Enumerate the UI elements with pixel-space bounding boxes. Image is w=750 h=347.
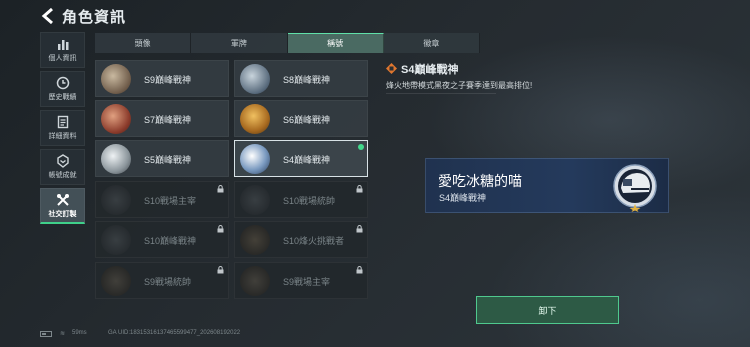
emblem-icon bbox=[240, 104, 270, 134]
emblem-icon bbox=[240, 225, 270, 255]
sidebar-item-details[interactable]: 詳細資料 bbox=[40, 110, 85, 146]
tab-bar: 頭像 軍牌 稱號 徽章 bbox=[95, 33, 480, 53]
title-item-selected[interactable]: S4巔峰戰神 bbox=[234, 140, 368, 177]
title-item[interactable]: S9巔峰戰神 bbox=[95, 60, 229, 97]
medal-icon bbox=[56, 154, 69, 168]
bar-chart-icon bbox=[57, 40, 68, 50]
title-name: S9巔峰戰神 bbox=[144, 75, 192, 85]
equipped-indicator bbox=[358, 144, 364, 150]
tab-title[interactable]: 稱號 bbox=[287, 33, 384, 53]
title-name: S10戰場統帥 bbox=[283, 196, 336, 206]
tab-dogtag[interactable]: 軍牌 bbox=[191, 33, 288, 53]
lock-icon bbox=[356, 266, 363, 274]
helmet-emblem-icon bbox=[613, 164, 657, 212]
lock-icon bbox=[356, 225, 363, 233]
nameplate-preview: 愛吃冰糖的喵 S4巔峰戰神 bbox=[425, 158, 669, 213]
title-name: S9戰場主宰 bbox=[283, 277, 331, 287]
lock-icon bbox=[356, 185, 363, 193]
sidebar-item-history[interactable]: 歷史戰績 bbox=[40, 71, 85, 107]
emblem-icon bbox=[101, 144, 131, 174]
title-name: S4巔峰戰神 bbox=[283, 155, 331, 165]
title-item[interactable]: S10戰場統帥 bbox=[234, 181, 368, 218]
title-name: S10戰場主宰 bbox=[144, 196, 197, 206]
sidebar: 個人資訊 歷史戰績 詳細資料 帳號成就 社交訂製 bbox=[40, 32, 85, 227]
title-name: S6巔峰戰神 bbox=[283, 115, 331, 125]
player-title: S4巔峰戰神 bbox=[439, 193, 487, 203]
header: 角色資訊 bbox=[0, 0, 750, 32]
player-name: 愛吃冰糖的喵 bbox=[438, 173, 522, 189]
battery-icon bbox=[40, 331, 52, 337]
divider bbox=[386, 93, 496, 94]
sidebar-item-personal-info[interactable]: 個人資訊 bbox=[40, 32, 85, 68]
title-item[interactable]: S10巔峰戰神 bbox=[95, 221, 229, 258]
tab-avatar[interactable]: 頭像 bbox=[95, 33, 192, 53]
emblem-icon bbox=[101, 225, 131, 255]
emblem-icon bbox=[240, 185, 270, 215]
detail-title-name: S4巔峰戰神 bbox=[401, 64, 459, 76]
unequip-button[interactable]: 卸下 bbox=[476, 296, 619, 324]
document-icon bbox=[57, 115, 68, 129]
detail-description: 烽火地帶模式黑夜之子賽季達到最高排位! bbox=[386, 81, 533, 90]
emblem-icon bbox=[101, 185, 131, 215]
arrow-left-icon[interactable] bbox=[40, 7, 56, 25]
tab-badge[interactable]: 徽章 bbox=[383, 33, 480, 53]
emblem-icon bbox=[240, 64, 270, 94]
sidebar-item-label: 詳細資料 bbox=[48, 133, 77, 140]
title-name: S10巔峰戰神 bbox=[144, 236, 197, 246]
emblem-icon bbox=[240, 144, 270, 174]
title-name: S5巔峰戰神 bbox=[144, 155, 192, 165]
sidebar-item-achievements[interactable]: 帳號成就 bbox=[40, 149, 85, 185]
title-name: S8巔峰戰神 bbox=[283, 75, 331, 85]
title-name: S9戰場統帥 bbox=[144, 277, 192, 287]
history-icon bbox=[56, 76, 69, 90]
lock-icon bbox=[217, 225, 224, 233]
emblem-icon bbox=[101, 266, 131, 296]
sidebar-item-label: 社交訂製 bbox=[48, 210, 77, 218]
wrench-icon bbox=[56, 193, 69, 206]
emblem-icon bbox=[240, 266, 270, 296]
emblem-icon bbox=[101, 104, 131, 134]
sidebar-item-label: 歷史戰績 bbox=[48, 94, 77, 101]
emblem-icon bbox=[101, 64, 131, 94]
lock-icon bbox=[217, 266, 224, 274]
title-item[interactable]: S7巔峰戰神 bbox=[95, 100, 229, 137]
ping-value: 59ms bbox=[72, 330, 87, 336]
title-name: S7巔峰戰神 bbox=[144, 115, 192, 125]
title-item[interactable]: S10戰場主宰 bbox=[95, 181, 229, 218]
title-item[interactable]: S9戰場主宰 bbox=[234, 262, 368, 299]
sidebar-item-label: 個人資訊 bbox=[48, 55, 77, 62]
title-item[interactable]: S8巔峰戰神 bbox=[234, 60, 368, 97]
title-item[interactable]: S6巔峰戰神 bbox=[234, 100, 368, 137]
sidebar-item-social-custom[interactable]: 社交訂製 bbox=[40, 188, 85, 224]
title-item[interactable]: S9戰場統帥 bbox=[95, 262, 229, 299]
title-name: S10烽火挑戰者 bbox=[283, 236, 345, 246]
title-item[interactable]: S5巔峰戰神 bbox=[95, 140, 229, 177]
sidebar-item-label: 帳號成就 bbox=[48, 172, 77, 179]
diamond-icon bbox=[386, 63, 397, 74]
wifi-icon: ≋ bbox=[60, 331, 66, 337]
lock-icon bbox=[217, 185, 224, 193]
user-uid: GA UID:1831531613746559947​7_20260819202… bbox=[108, 330, 241, 336]
page-title: 角色資訊 bbox=[62, 9, 127, 26]
title-item[interactable]: S10烽火挑戰者 bbox=[234, 221, 368, 258]
